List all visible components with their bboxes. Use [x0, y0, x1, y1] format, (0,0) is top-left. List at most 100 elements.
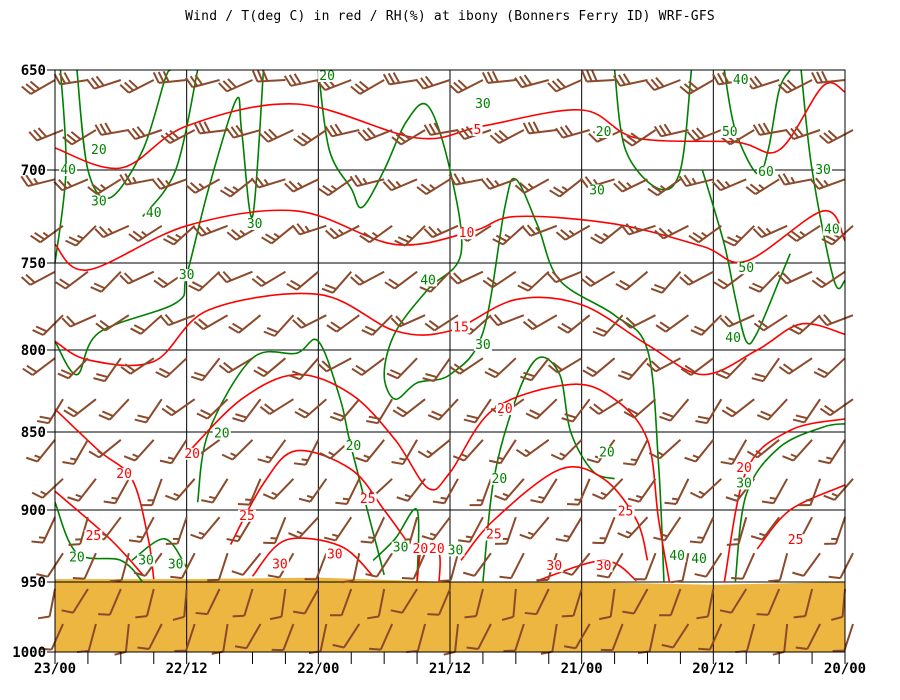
wind-barb-shaft [655, 314, 690, 333]
y-tick-label: 650 [21, 63, 46, 79]
wind-barb-shaft [396, 478, 426, 502]
wind-barb-shaft [679, 270, 714, 286]
wind-barb-shaft [159, 439, 188, 465]
wind-barb-shaft [221, 439, 254, 461]
wind-barb-shaft [318, 178, 352, 197]
wind-barb-shaft [21, 79, 56, 95]
rh-label: 30 [475, 338, 491, 353]
wind-barb [193, 314, 229, 331]
wind-barb [621, 314, 656, 329]
wind-barb [719, 314, 755, 328]
wind-barb-shaft [522, 121, 557, 135]
wind-barb-shaft [90, 271, 122, 293]
wind-barb [613, 73, 648, 87]
wind-barb [824, 516, 846, 545]
wind-barb [777, 173, 813, 186]
wind-barb [31, 516, 56, 544]
rh-label: 30 [168, 558, 184, 573]
wind-barb [627, 478, 657, 503]
wind-barb [292, 314, 327, 329]
wind-barb [94, 122, 130, 136]
wind-barb-shaft [20, 270, 56, 286]
wind-barb [361, 314, 393, 336]
wind-barb [392, 398, 426, 418]
wind-barb [761, 478, 789, 505]
wind-barb-shaft [689, 516, 715, 544]
wind-barb [55, 270, 89, 290]
rh-label: 20 [599, 445, 615, 460]
wind-barb [756, 398, 788, 421]
wind-barb [550, 439, 583, 461]
rh-label: 50 [722, 125, 738, 140]
wind-barb [818, 313, 854, 327]
wind-barb [448, 79, 484, 94]
temperature-label: 5 [474, 123, 482, 138]
wind-barb [291, 223, 327, 236]
wind-barb-shaft [67, 478, 97, 502]
wind-barb [684, 439, 715, 463]
wind-barb-shaft [617, 516, 649, 539]
wind-barb-shaft [768, 552, 789, 583]
wind-barb-shaft [218, 357, 254, 374]
wind-barb [723, 225, 755, 247]
wind-barb [284, 178, 319, 193]
wind-barb-shaft [622, 129, 657, 147]
wind-barb [263, 516, 287, 545]
wind-barb-shaft [530, 478, 558, 504]
wind-barb-shaft [719, 314, 755, 328]
wind-barb-shaft [489, 129, 525, 145]
wind-barb [810, 177, 846, 190]
wind-barb [401, 552, 426, 580]
wind-barb [818, 439, 846, 465]
wind-barb [417, 439, 451, 459]
wind-barb-shaft [549, 178, 583, 198]
wind-barb [293, 129, 327, 147]
wind-barb [415, 75, 451, 90]
wind-barb-shaft [86, 75, 122, 90]
wind-barb-shaft [731, 552, 756, 580]
wind-barb [813, 357, 846, 379]
wind-barb-shaft [813, 357, 846, 379]
wind-barb-shaft [557, 314, 591, 334]
wind-barb-shaft [350, 79, 385, 95]
wind-barb-shaft [566, 478, 591, 506]
wind-barb [95, 314, 130, 332]
wind-barb-shaft [263, 516, 287, 545]
wind-barb [119, 270, 155, 285]
wind-barb-shaft [386, 357, 418, 380]
wind-barb-shaft [155, 357, 188, 379]
wind-barb [207, 552, 229, 582]
wind-barb-shaft [448, 173, 484, 186]
wind-barb [752, 224, 788, 239]
wind-barb-shaft [190, 357, 221, 382]
wind-barb [515, 438, 550, 458]
wind-barb [811, 270, 846, 289]
y-tick-label: 750 [21, 256, 46, 272]
wind-barb [753, 314, 788, 332]
rh-label: 40 [669, 549, 685, 564]
rh-label: 60 [758, 165, 774, 180]
wind-barb-shaft [321, 271, 353, 294]
wind-barb-shaft [294, 398, 327, 419]
wind-barb-shaft [323, 516, 353, 542]
wind-barb-shaft [98, 398, 130, 421]
wind-barb-shaft [580, 270, 616, 287]
wind-barb-shaft [134, 398, 163, 424]
wind-barb-shaft [291, 223, 327, 236]
wind-barb [62, 439, 89, 466]
rh-label: 30 [179, 268, 195, 283]
wind-barb-shaft [423, 224, 459, 239]
wind-barb [326, 314, 360, 333]
wind-barb-shaft [550, 439, 583, 461]
wind-barb [251, 69, 286, 83]
wind-barb-shaft [448, 270, 484, 285]
wind-barb-shaft [262, 478, 295, 500]
wind-barb [655, 314, 690, 333]
wind-barb-shaft [392, 398, 426, 418]
wind-barb [721, 398, 755, 418]
wind-barb-shaft [688, 224, 722, 244]
wind-barb [689, 516, 715, 544]
wind-barb-shaft [55, 270, 89, 290]
wind-barb-shaft [193, 314, 229, 331]
wind-barb-shaft [653, 123, 689, 138]
